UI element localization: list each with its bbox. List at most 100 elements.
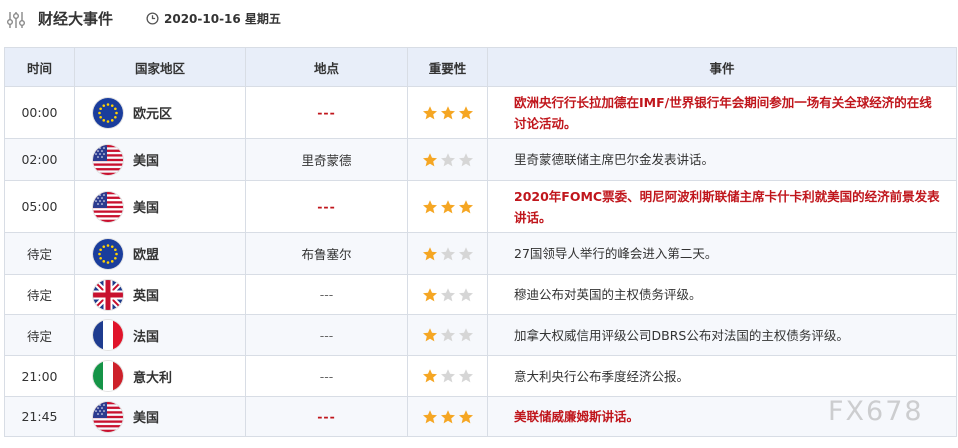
importance-rating: [407, 355, 488, 397]
star-icon: [422, 409, 437, 423]
italy-flag-icon: [93, 361, 123, 391]
event-time: 待定: [4, 232, 75, 275]
event-time: 待定: [4, 274, 75, 315]
star-icon: [440, 369, 455, 383]
page-date: 2020-10-16 星期五: [164, 12, 281, 26]
star-icon: [422, 152, 437, 166]
star-icon: [422, 246, 437, 260]
star-icon: [458, 287, 473, 301]
event-location: 里奇蒙德: [245, 138, 408, 181]
star-icon: [422, 328, 437, 342]
col-header-importance: 重要性: [407, 47, 488, 87]
eu-flag-icon: [93, 238, 123, 269]
star-icon: [440, 328, 455, 342]
table-row: 21:45 美国 --- 美联储威廉姆斯讲话。: [4, 396, 957, 437]
table-row: 21:00 意大利 --- 意大利央行公布季度经济公报。: [4, 355, 957, 397]
event-time: 02:00: [4, 138, 75, 181]
country-name: 法国: [133, 329, 160, 345]
importance-rating: [407, 86, 488, 139]
eu-flag-icon: [93, 97, 123, 128]
us-flag-icon: [93, 191, 123, 222]
us-flag-icon: [93, 144, 123, 175]
star-icon: [422, 369, 437, 383]
star-icon: [440, 152, 455, 166]
importance-rating: [407, 274, 488, 315]
country-name: 意大利: [133, 370, 173, 386]
us-flag-icon: [93, 401, 123, 432]
page-header: 财经大事件 2020-10-16 星期五: [0, 0, 958, 40]
event-description: 里奇蒙德联储主席巴尔金发表讲话。: [487, 138, 957, 181]
star-icon: [458, 152, 473, 166]
event-description: 意大利央行公布季度经济公报。: [487, 355, 957, 397]
event-country-cell: 法国: [74, 314, 246, 356]
country-name: 英国: [133, 289, 160, 304]
country-name: 欧元区: [133, 107, 173, 122]
uk-flag-icon: [93, 279, 123, 310]
table-row: 待定 法国 --- 加拿大权威信用评级公司DBRS公布对法国的主权债务评级。: [4, 314, 957, 356]
event-time: 05:00: [4, 180, 75, 233]
event-location: ---: [245, 396, 408, 437]
event-country-cell: 美国: [74, 180, 246, 233]
table-row: 待定 英国 --- 穆迪公布对英国的主权债务评级。: [4, 274, 957, 315]
event-country-cell: 欧盟: [74, 232, 246, 275]
importance-rating: [407, 396, 488, 437]
importance-rating: [407, 138, 488, 181]
importance-rating: [407, 180, 488, 233]
star-icon: [422, 199, 437, 213]
star-icon: [440, 246, 455, 260]
event-country-cell: 意大利: [74, 355, 246, 397]
event-location: 布鲁塞尔: [245, 232, 408, 275]
star-icon: [458, 246, 473, 260]
event-location: ---: [245, 180, 408, 233]
event-country-cell: 英国: [74, 274, 246, 315]
star-icon: [458, 105, 473, 119]
star-icon: [440, 409, 455, 423]
star-icon: [440, 105, 455, 119]
importance-rating: [407, 232, 488, 275]
table-row: 00:00 欧元区 --- 欧洲央行行长拉加德在IMF/世界银行年会期间参加一场有关全…: [4, 86, 957, 139]
table-row: 02:00 美国 里奇蒙德 里奇蒙德联储主席巴尔金发表讲话。: [4, 138, 957, 181]
importance-rating: [407, 314, 488, 356]
event-time: 21:00: [4, 355, 75, 397]
event-location: ---: [245, 314, 408, 356]
event-country-cell: 美国: [74, 138, 246, 181]
watermark: FX678: [828, 396, 924, 427]
event-country-cell: 欧元区: [74, 86, 246, 139]
table-row: 待定 欧盟 布鲁塞尔 27国领导人举行的峰会进入第二天。: [4, 232, 957, 275]
col-header-country: 国家地区: [74, 47, 246, 87]
sliders-icon: [7, 12, 25, 28]
event-time: 待定: [4, 314, 75, 356]
star-icon: [458, 369, 473, 383]
star-icon: [458, 409, 473, 423]
event-country-cell: 美国: [74, 396, 246, 437]
event-location: ---: [245, 274, 408, 315]
country-name: 欧盟: [133, 248, 160, 263]
event-description: 穆迪公布对英国的主权债务评级。: [487, 274, 957, 315]
events-table: 时间 国家地区 地点 重要性 事件 00:00 欧元区 --- 欧洲央行行长拉加德在I…: [4, 47, 957, 437]
event-description: 加拿大权威信用评级公司DBRS公布对法国的主权债务评级。: [487, 314, 957, 356]
country-name: 美国: [133, 411, 160, 426]
country-name: 美国: [133, 154, 160, 169]
event-location: ---: [245, 86, 408, 139]
col-header-location: 地点: [245, 47, 408, 87]
country-name: 美国: [133, 201, 160, 216]
table-header-row: 时间 国家地区 地点 重要性 事件: [4, 47, 957, 87]
event-description: 27国领导人举行的峰会进入第二天。: [487, 232, 957, 275]
clock-icon: [146, 12, 159, 25]
event-time: 21:45: [4, 396, 75, 437]
star-icon: [440, 199, 455, 213]
table-row: 05:00 美国 --- 2020年FOMC票委、明尼阿波利斯联储主席卡什卡利就美国的…: [4, 180, 957, 233]
event-location: ---: [245, 355, 408, 397]
page-title: 财经大事件: [38, 10, 114, 28]
event-description: 欧洲央行行长拉加德在IMF/世界银行年会期间参加一场有关全球经济的在线讨论活动。: [487, 86, 957, 139]
star-icon: [458, 328, 473, 342]
event-description: 2020年FOMC票委、明尼阿波利斯联储主席卡什卡利就美国的经济前景发表讲话。: [487, 180, 957, 233]
star-icon: [422, 105, 437, 119]
event-time: 00:00: [4, 86, 75, 139]
star-icon: [458, 199, 473, 213]
france-flag-icon: [93, 320, 123, 350]
col-header-event: 事件: [487, 47, 957, 87]
col-header-time: 时间: [4, 47, 75, 87]
star-icon: [422, 287, 437, 301]
star-icon: [440, 287, 455, 301]
